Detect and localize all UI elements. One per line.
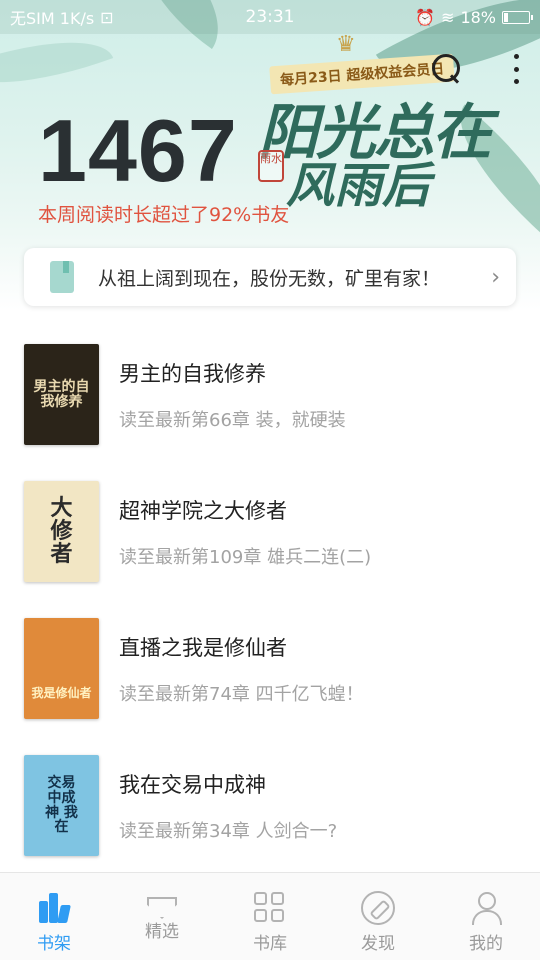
bottom-nav: 书架 精选 书库 发现 我的 xyxy=(0,872,540,960)
nav-library[interactable]: 书库 xyxy=(216,873,324,960)
compass-icon xyxy=(361,891,395,925)
book-title: 男主的自我修养 xyxy=(119,361,266,386)
book-list: 男主的自我修养 男主的自我修养 读至最新第66章 装，就硬装 大修者 超神学院之… xyxy=(0,326,540,874)
notice-text: 从祖上阔到现在，股份无数，矿里有家！ xyxy=(98,267,441,290)
battery-icon xyxy=(502,10,533,24)
book-cover[interactable]: 交易中成神 我在 xyxy=(24,755,99,856)
reading-subtitle: 本周阅读时长超过了92%书友 xyxy=(38,204,290,226)
search-icon[interactable] xyxy=(430,52,464,86)
nav-featured[interactable]: 精选 xyxy=(108,873,216,960)
bookmark-icon xyxy=(50,261,74,293)
nav-discover[interactable]: 发现 xyxy=(324,873,432,960)
book-item[interactable]: 交易中成神 我在 我在交易中成神 读至最新第34章 人剑合一? xyxy=(0,737,540,874)
nav-label: 精选 xyxy=(145,922,179,942)
cover-title: 交易中成神 我在 xyxy=(45,775,78,836)
book-progress: 读至最新第66章 装，就硬装 xyxy=(119,409,346,431)
nav-profile[interactable]: 我的 xyxy=(432,873,540,960)
nav-label: 我的 xyxy=(469,934,503,954)
book-title: 我在交易中成神 xyxy=(119,772,266,797)
book-item[interactable]: 我是修仙者 直播之我是修仙者 读至最新第74章 四千亿飞蝗！ xyxy=(0,600,540,737)
notice-card[interactable]: 从祖上阔到现在，股份无数，矿里有家！ › xyxy=(24,248,516,306)
promo-title-2: 风雨后 xyxy=(286,158,431,214)
cover-title: 我是修仙者 xyxy=(31,686,92,701)
book-cover[interactable]: 大修者 xyxy=(24,481,99,582)
status-time: 23:31 xyxy=(245,7,295,27)
chevron-right-icon: › xyxy=(491,264,500,290)
book-progress: 读至最新第109章 雄兵二连(二) xyxy=(119,546,372,568)
grid-icon xyxy=(253,891,287,925)
nav-bookshelf[interactable]: 书架 xyxy=(0,873,108,960)
book-item[interactable]: 大修者 超神学院之大修者 读至最新第109章 雄兵二连(二) xyxy=(0,463,540,600)
book-title: 超神学院之大修者 xyxy=(119,498,287,523)
bookshelf-icon xyxy=(37,891,71,925)
promo-seal: 雨水 xyxy=(258,150,284,182)
battery-fill xyxy=(504,12,508,22)
more-icon[interactable] xyxy=(512,54,520,84)
top-actions xyxy=(430,52,520,86)
book-cover[interactable]: 男主的自我修养 xyxy=(24,344,99,445)
cover-title: 男主的自我修养 xyxy=(33,378,90,410)
book-title: 直播之我是修仙者 xyxy=(119,635,287,660)
book-item[interactable]: 男主的自我修养 男主的自我修养 读至最新第66章 装，就硬装 xyxy=(0,326,540,463)
cover-title: 大修者 xyxy=(50,494,73,568)
nav-label: 书库 xyxy=(253,934,287,954)
crown-icon: ♛ xyxy=(336,32,356,57)
reading-minutes: 1467 xyxy=(38,101,238,200)
profile-icon xyxy=(469,891,503,925)
book-progress: 读至最新第74章 四千亿飞蝗！ xyxy=(119,683,364,705)
nav-label: 书架 xyxy=(37,934,71,954)
status-bar: 无SIM 1K/s ⊡ 23:31 ⏰ ≋ 18% xyxy=(0,0,540,34)
nav-label: 发现 xyxy=(361,934,395,954)
book-cover[interactable]: 我是修仙者 xyxy=(24,618,99,719)
diamond-icon xyxy=(147,897,177,919)
book-progress: 读至最新第34章 人剑合一? xyxy=(119,820,338,842)
